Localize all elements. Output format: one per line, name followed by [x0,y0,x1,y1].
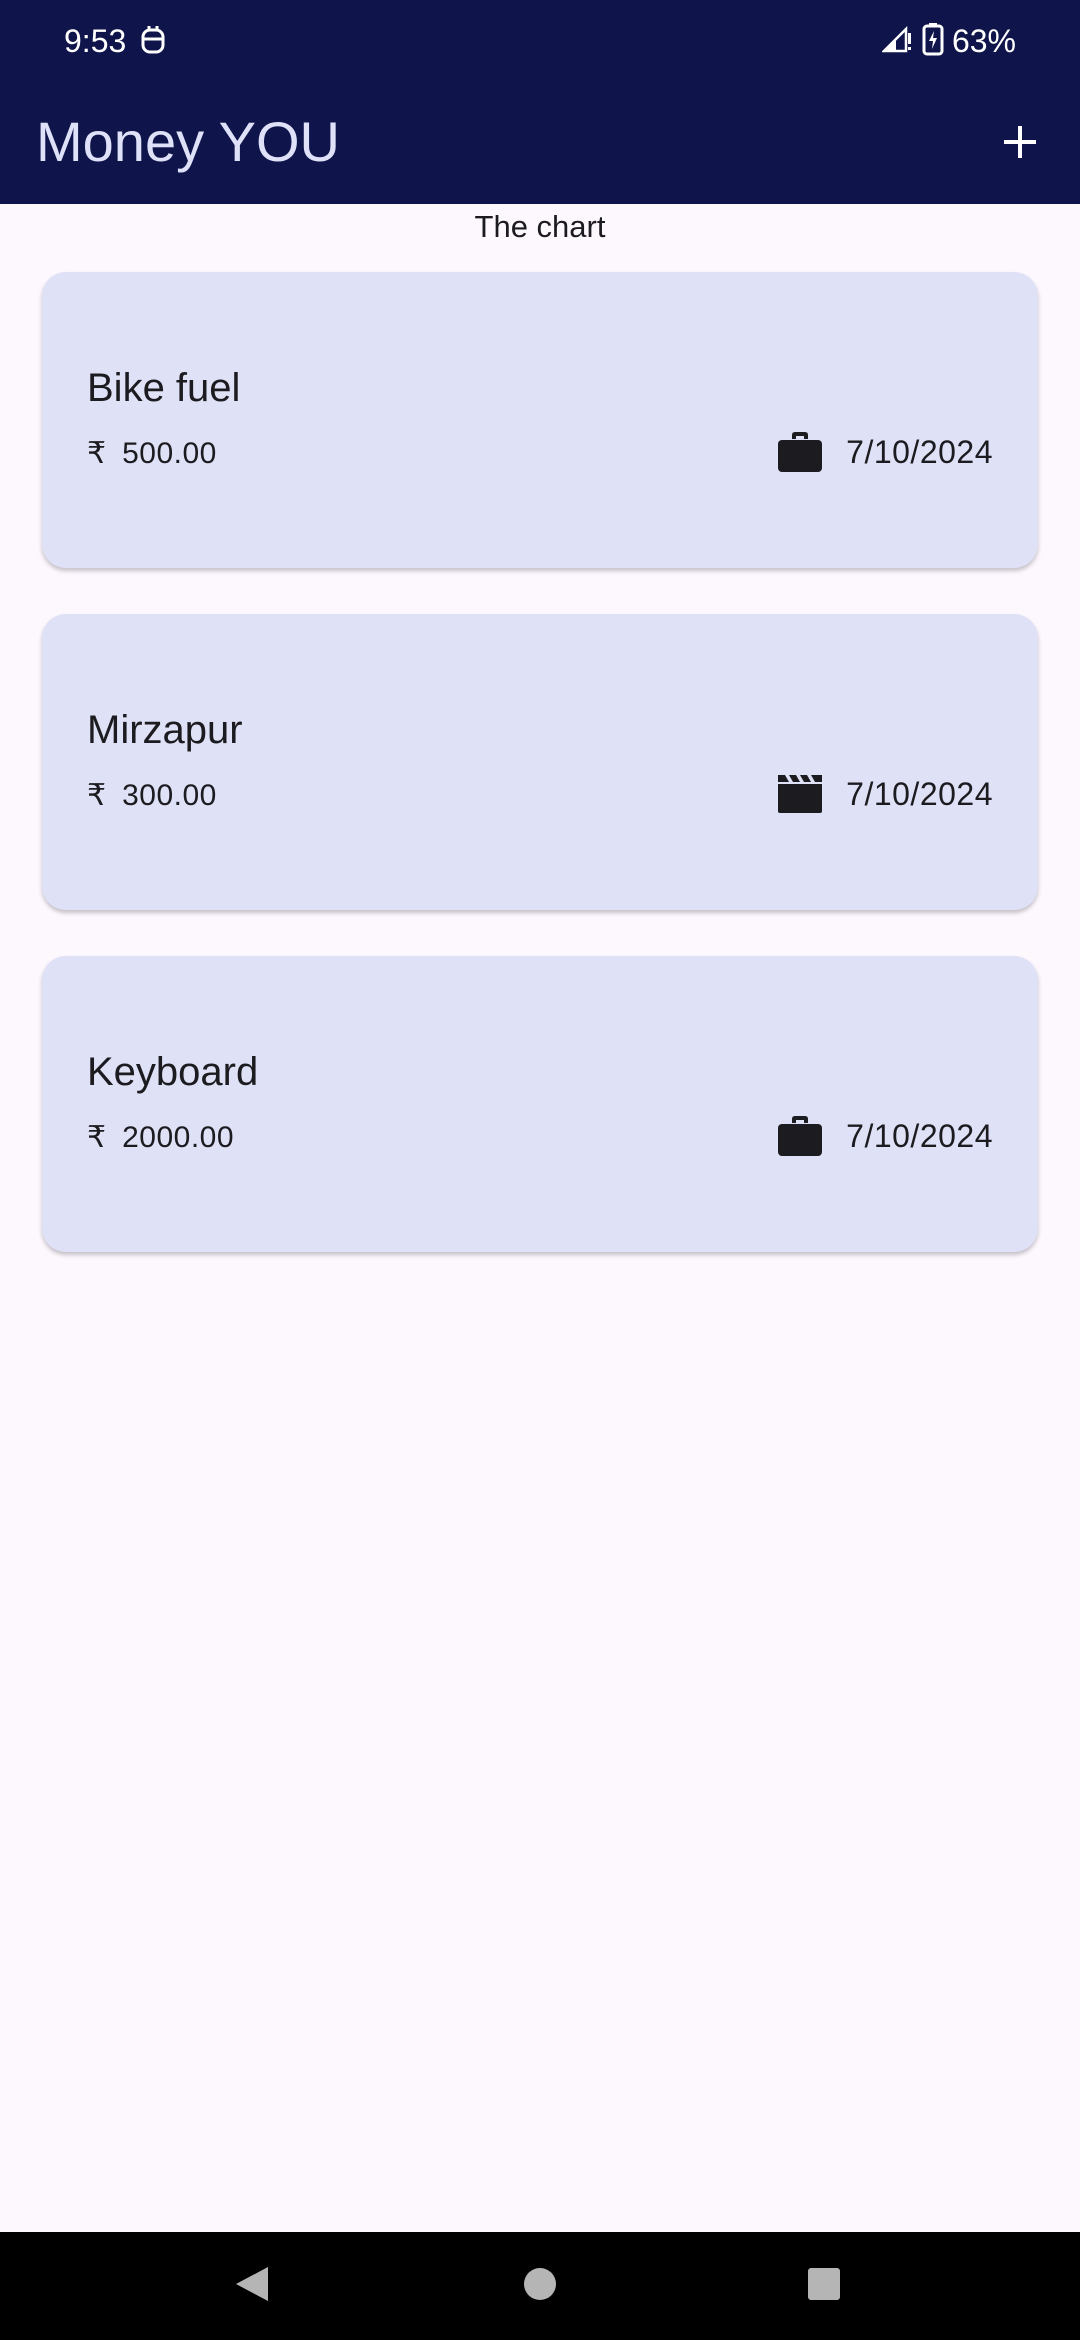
battery-charging-icon [922,22,944,61]
plus-icon [1000,122,1040,167]
briefcase-icon [776,428,824,476]
expense-date: 7/10/2024 [846,434,993,470]
back-icon [234,2265,270,2308]
battery-percent: 63% [951,23,1016,59]
expense-amount: 300.00 [122,779,217,812]
movie-icon [776,770,824,818]
expense-card[interactable]: Keyboard ₹ 2000.00 7/10/2024 [42,956,1038,1252]
expense-card[interactable]: Mirzapur ₹ 300.00 7/10/2024 [42,614,1038,910]
system-nav-bar [0,2232,1080,2340]
home-icon [523,2267,557,2306]
status-right-group: 63% [880,20,1016,62]
add-expense-button[interactable] [980,104,1060,184]
recents-icon [807,2267,841,2306]
expense-title: Keyboard [87,1050,259,1094]
expense-card[interactable]: Bike fuel ₹ 500.00 7/10/2024 [42,272,1038,568]
rupee-symbol: ₹ [87,1121,107,1154]
meta-row: 7/10/2024 [776,770,993,818]
expense-date: 7/10/2024 [846,776,993,812]
recents-button[interactable] [796,2258,852,2314]
status-bar: 9:53 63% [0,0,1080,82]
expense-amount: 2000.00 [122,1121,235,1154]
rupee-symbol: ₹ [87,779,107,812]
screen: 9:53 63% Money YOU The chart Bike fuel ₹… [0,0,1080,2340]
amount-row: ₹ 500.00 [87,434,217,474]
back-button[interactable] [224,2258,280,2314]
chart-label: The chart [474,209,606,244]
amount-row: ₹ 2000.00 [87,1118,234,1158]
signal-icon [880,23,914,60]
app-title: Money YOU [36,110,340,173]
rupee-symbol: ₹ [87,437,107,470]
expense-list: Bike fuel ₹ 500.00 7/10/2024 Mirzapur ₹ … [42,272,1038,1298]
status-time: 9:53 [64,23,127,59]
expense-title: Bike fuel [87,366,241,410]
notification-icon [140,22,166,58]
app-bar: Money YOU [0,82,1080,204]
meta-row: 7/10/2024 [776,428,993,476]
briefcase-icon [776,1112,824,1160]
expense-title: Mirzapur [87,708,243,752]
expense-amount: 500.00 [122,437,217,470]
amount-row: ₹ 300.00 [87,776,217,816]
meta-row: 7/10/2024 [776,1112,993,1160]
home-button[interactable] [512,2258,568,2314]
expense-date: 7/10/2024 [846,1118,993,1154]
